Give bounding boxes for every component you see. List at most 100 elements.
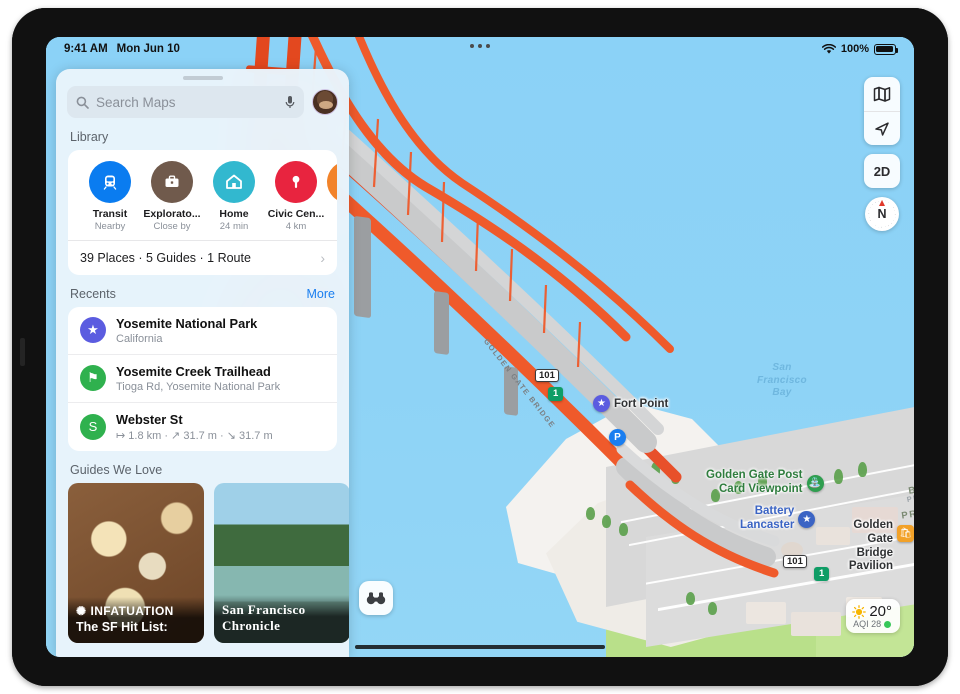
binoculars-icon: [366, 592, 386, 605]
aqi-label: AQI 28: [853, 619, 882, 629]
guides-section-title: Guides We Love: [70, 462, 163, 477]
list-item[interactable]: S Webster St ↦ 1.8 km · ↗ 31.7 m · ↘ 31.…: [68, 401, 337, 451]
recent-title: Yosemite National Park: [116, 316, 258, 331]
poi-bridge-pavilion[interactable]: Golden Gate Bridge Pavilion 🛍: [846, 519, 914, 574]
star-icon: ★: [798, 511, 816, 528]
library-item-civic-center[interactable]: Civic Cen... 4 km: [265, 161, 327, 232]
dimension-toggle-button[interactable]: 2D: [864, 154, 900, 188]
microphone-icon[interactable]: [285, 95, 295, 109]
trail-sign-icon: ⚑: [80, 365, 106, 392]
library-item-transit[interactable]: Transit Nearby: [79, 161, 141, 232]
avatar[interactable]: [312, 89, 338, 115]
weather-main: 20°: [852, 603, 892, 620]
search-icon: [76, 96, 89, 109]
poi-battery-lancaster[interactable]: Battery Lancaster ★: [740, 505, 816, 533]
library-summary-row[interactable]: 39 Places · 5 Guides · 1 Route ›: [68, 240, 337, 275]
aqi-row: AQI 28: [852, 619, 892, 629]
compass-needle: [879, 200, 885, 206]
map-layers-button[interactable]: [864, 77, 900, 111]
map-layers-icon: [873, 86, 891, 102]
library-item-label: Explorato...: [143, 208, 201, 220]
multitasking-indicator[interactable]: [470, 44, 490, 48]
guide-brand: ✺ INFATUATION: [76, 603, 174, 618]
library-item-label: Home: [219, 208, 249, 220]
library-item-partial[interactable]: [327, 161, 337, 232]
poi-label: Battery Lancaster: [740, 505, 795, 531]
chronicle-logo-icon: San Francisco Chronicle: [222, 601, 306, 633]
guides-carousel[interactable]: ✺ INFATUATION The SF Hit List: San Franc…: [56, 482, 349, 643]
locate-me-button[interactable]: [864, 111, 900, 145]
guide-title: The SF Hit List:: [76, 619, 168, 634]
route-shield-1-b[interactable]: 1: [814, 567, 830, 581]
status-time: 9:41 AM: [64, 43, 108, 55]
library-item-exploratorium[interactable]: Explorato... Close by: [141, 161, 203, 232]
park-icon: ⛲: [806, 475, 824, 492]
recent-title: Yosemite Creek Trailhead: [116, 363, 271, 379]
poi-fort-point[interactable]: ★ Fort Point: [593, 395, 668, 412]
library-item-sub: 24 min: [219, 221, 249, 232]
partial-icon: [327, 161, 337, 203]
list-item[interactable]: ⚑ Yosemite Creek Trailhead Tioga Rd, Yos…: [68, 353, 337, 402]
library-card: Transit Nearby Explorato... Close by Hom…: [68, 150, 337, 275]
library-summary-text: 39 Places · 5 Guides · 1 Route: [80, 251, 251, 265]
temperature: 20°: [869, 603, 892, 620]
star-icon: ★: [593, 395, 610, 412]
poi-label: Fort Point: [614, 397, 669, 410]
recents-header: Recents More: [56, 275, 349, 307]
ipad-screen: San Francisco Bay GOLDEN GATE BRIDGE PRE…: [46, 37, 914, 657]
guide-card[interactable]: ✺ INFATUATION The SF Hit List:: [68, 482, 204, 643]
home-indicator[interactable]: [355, 645, 605, 649]
tree: [834, 469, 843, 484]
tree: [858, 462, 867, 477]
look-around-button[interactable]: [359, 581, 393, 615]
building: [816, 527, 850, 545]
dimension-toggle-group: 2D: [864, 154, 900, 188]
library-section-title: Library: [70, 130, 109, 144]
parking-icon: P: [609, 429, 626, 446]
library-item-label: Civic Cen...: [267, 208, 325, 220]
star-icon: ★: [80, 317, 106, 344]
shop-icon: 🛍: [897, 525, 914, 542]
guide-card[interactable]: San Francisco Chronicle: [214, 482, 349, 643]
status-bar: 9:41 AM Mon Jun 10 100%: [46, 37, 914, 61]
map-control-group: [864, 77, 900, 145]
poi-parking[interactable]: P: [609, 429, 626, 446]
search-input[interactable]: Search Maps: [67, 86, 304, 118]
briefcase-icon: [151, 161, 193, 203]
library-item-sub: Nearby: [94, 221, 126, 232]
recents-title: Recents: [70, 287, 116, 301]
route-shield-1[interactable]: 1: [548, 387, 564, 401]
guide-caption: San Francisco Chronicle: [214, 594, 349, 643]
library-item-sub: 4 km: [285, 221, 307, 232]
location-arrow-icon: [875, 121, 889, 136]
search-placeholder: Search Maps: [96, 94, 176, 110]
route-icon: S: [80, 413, 106, 440]
aqi-status-dot: [884, 620, 892, 628]
poi-postcard-viewpoint[interactable]: Golden Gate Post Card Viewpoint ⛲: [706, 469, 824, 497]
poi-label: Golden Gate Bridge Pavilion: [848, 519, 893, 573]
chevron-right-icon: ›: [320, 250, 325, 266]
sun-icon: [852, 604, 867, 619]
route-shield-101-b[interactable]: 101: [783, 555, 807, 568]
wifi-icon: [821, 43, 836, 54]
search-row: Search Maps: [56, 86, 349, 118]
recent-subtitle: Tioga Rd, Yosemite National Park: [116, 380, 281, 393]
weather-widget[interactable]: 20° AQI 28: [846, 599, 900, 633]
house-icon: [213, 161, 255, 203]
battery-icon: [874, 43, 899, 55]
status-date: Mon Jun 10: [116, 43, 180, 55]
route-shield-101[interactable]: 101: [535, 369, 559, 382]
map-controls: 2D N: [864, 77, 900, 231]
library-item-home[interactable]: Home 24 min: [203, 161, 265, 232]
sidebar-drag-handle[interactable]: [182, 76, 223, 80]
recents-more-button[interactable]: More: [307, 287, 335, 301]
building: [791, 612, 841, 636]
train-icon: [89, 161, 131, 203]
device-side-button: [20, 338, 25, 366]
library-item-label: Transit: [92, 208, 128, 220]
poi-label: Golden Gate Post Card Viewpoint: [706, 469, 803, 495]
library-items: Transit Nearby Explorato... Close by Hom…: [68, 150, 337, 240]
maps-sidebar: Search Maps Library Transit Nearby Explo…: [56, 69, 349, 657]
compass-button[interactable]: N: [865, 197, 899, 231]
list-item[interactable]: ★ Yosemite National Park California: [68, 307, 337, 354]
